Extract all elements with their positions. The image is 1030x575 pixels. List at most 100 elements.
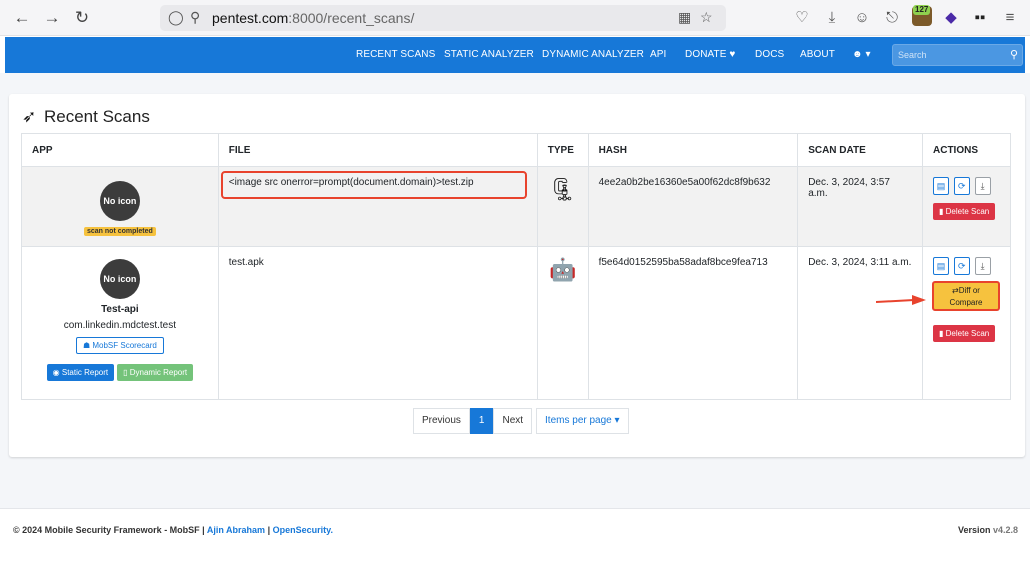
extension-purple-icon[interactable]: ◆	[941, 8, 961, 28]
static-report-button[interactable]: ◉ Static Report	[46, 364, 115, 381]
col-scan-date: SCAN DATE	[797, 133, 923, 167]
trash-icon: ▮	[939, 207, 944, 216]
nav-docs[interactable]: DOCS	[755, 49, 784, 60]
version-label: Version	[957, 525, 991, 535]
footer-copyright: © 2024 Mobile Security Framework - MobSF…	[13, 525, 333, 535]
account-icon[interactable]: ☺	[852, 8, 872, 28]
table-header-row: APP FILE TYPE HASH SCAN DATE ACTIONS	[21, 133, 1011, 167]
action-buttons: ▤ ⟳ ⤓	[933, 177, 1000, 195]
footer: © 2024 Mobile Security Framework - MobSF…	[0, 508, 1030, 553]
page-title-text: Recent Scans	[44, 107, 150, 126]
rescan-icon[interactable]: ⟳	[953, 257, 970, 275]
table-row: No icon scan not completed <image src on…	[21, 166, 1011, 247]
file-name: <image src onerror=prompt(document.domai…	[228, 177, 474, 188]
delete-scan-button[interactable]: ▮ Delete Scan	[933, 203, 996, 220]
rescan-icon[interactable]: ⟳	[953, 177, 970, 195]
report-buttons: ◉ Static Report ▯ Dynamic Report	[32, 364, 208, 381]
user-menu-icon[interactable]: ☻ ▾	[852, 49, 871, 60]
dynamic-report-button[interactable]: ▯ Dynamic Report	[117, 364, 194, 381]
menu-icon[interactable]: ≡	[1000, 8, 1020, 28]
qr-code-icon[interactable]: ▦	[678, 9, 691, 26]
static-report-label: Static Report	[61, 368, 109, 377]
bookmark-star-icon[interactable]: ☆	[700, 9, 713, 26]
diff-compare-button[interactable]: ⇄Diff or Compare	[932, 281, 1000, 311]
hash-cell: 4ee2a0b2be16360e5a00f62dc8f9b632	[587, 166, 799, 247]
view-report-icon[interactable]: ▤	[933, 257, 949, 275]
file-cell: test.apk	[217, 246, 538, 400]
file-name-highlight: <image src onerror=prompt(document.domai…	[220, 171, 527, 199]
hash-cell: f5e64d0152595ba58adaf8bce9fea713	[587, 246, 799, 400]
pagination-previous[interactable]: Previous	[413, 408, 470, 434]
col-hash: HASH	[587, 133, 799, 167]
nav-static-analyzer[interactable]: STATIC ANALYZER	[444, 49, 534, 60]
download-icon[interactable]: ⤓	[822, 8, 842, 28]
user-shield-icon: ☗	[82, 341, 91, 350]
diff-label-line1: Diff or	[958, 286, 980, 295]
scan-date-cell: Dec. 3, 2024, 3:11 a.m.	[797, 246, 923, 400]
app-navbar: RECENT SCANS STATIC ANALYZER DYNAMIC ANA…	[5, 37, 1025, 73]
exchange-icon: ⇄	[952, 286, 959, 295]
forward-arrow-icon[interactable]: →	[42, 8, 62, 28]
actions-cell: ▤ ⟳ ⤓ ⇄Diff or Compare ▮ Delete Scan	[922, 246, 1011, 400]
footer-separator: |	[267, 525, 271, 535]
opensecurity-link[interactable]: OpenSecurity.	[273, 525, 333, 535]
heart-icon: ♥	[729, 49, 736, 60]
reload-icon[interactable]: ↻	[72, 8, 92, 28]
dynamic-report-label: Dynamic Report	[129, 368, 188, 377]
type-cell: 🗜	[536, 166, 589, 247]
lock-icon[interactable]: ⚲	[190, 9, 200, 26]
download-report-icon[interactable]: ⤓	[974, 177, 991, 195]
col-file: FILE	[217, 133, 538, 167]
url-path: :8000/recent_scans/	[288, 10, 415, 26]
android-icon: 🤖	[548, 257, 577, 282]
search-placeholder: Search	[898, 50, 927, 60]
address-bar[interactable]: ◯ ⚲ pentest.com:8000/recent_scans/ ▦ ☆	[160, 5, 726, 31]
actions-cell: ▤ ⟳ ⤓ ▮ Delete Scan	[922, 166, 1011, 247]
col-actions: ACTIONS	[922, 133, 1011, 167]
copyright-text: © 2024 Mobile Security Framework - MobSF…	[13, 525, 205, 535]
view-report-icon[interactable]: ▤	[933, 177, 949, 195]
nav-about[interactable]: ABOUT	[800, 49, 835, 60]
nav-dynamic-analyzer[interactable]: DYNAMIC ANALYZER	[542, 49, 644, 60]
type-cell: 🤖	[536, 246, 589, 400]
search-icon[interactable]: ⚲	[1010, 48, 1018, 61]
nav-api[interactable]: API	[650, 49, 666, 60]
download-report-icon[interactable]: ⤓	[974, 257, 991, 275]
col-app: APP	[21, 133, 219, 167]
extension-icon[interactable]: 127	[912, 5, 932, 26]
zip-file-icon: 🗜	[548, 177, 577, 202]
delete-scan-label: Delete Scan	[945, 329, 990, 338]
diff-label-line2: Compare	[949, 298, 983, 307]
delete-scan-button[interactable]: ▮ Delete Scan	[933, 325, 996, 342]
back-arrow-icon[interactable]: ←	[12, 8, 32, 28]
pocket-icon[interactable]: ♡	[792, 8, 812, 28]
scans-table: APP FILE TYPE HASH SCAN DATE ACTIONS No …	[21, 133, 1011, 400]
package-name: com.linkedin.mdctest.test	[63, 320, 176, 331]
eye-icon: ◉	[52, 368, 60, 377]
scan-date-cell: Dec. 3, 2024, 3:57 a.m.	[797, 166, 923, 247]
app-cell: No icon scan not completed	[21, 166, 219, 247]
nav-donate[interactable]: DONATE ♥	[685, 49, 735, 60]
app-name: Test-api	[101, 304, 139, 315]
version-number: v4.2.8	[992, 525, 1018, 535]
mobsf-scorecard-button[interactable]: ☗ MobSF Scorecard	[75, 337, 164, 354]
status-badge: scan not completed	[84, 227, 156, 236]
table-row: No icon Test-api com.linkedin.mdctest.te…	[21, 246, 1011, 400]
app-icon-placeholder: No icon	[99, 181, 140, 221]
apps-grid-icon[interactable]: ▪▪	[970, 8, 990, 28]
app-cell: No icon Test-api com.linkedin.mdctest.te…	[21, 246, 219, 400]
caret-down-icon: ▾	[614, 415, 620, 426]
pagination: Previous 1 Next Items per page ▾	[413, 408, 629, 434]
browser-toolbar: ← → ↻ ◯ ⚲ pentest.com:8000/recent_scans/…	[0, 0, 1030, 36]
rocket-icon: ➶	[22, 107, 37, 126]
action-buttons: ▤ ⟳ ⤓	[933, 257, 1000, 275]
nav-recent-scans[interactable]: RECENT SCANS	[356, 49, 435, 60]
pagination-page-1[interactable]: 1	[469, 408, 494, 434]
items-per-page-dropdown[interactable]: Items per page ▾	[536, 408, 629, 434]
author-link[interactable]: Ajin Abraham	[207, 525, 265, 535]
url-text: pentest.com:8000/recent_scans/	[212, 10, 414, 26]
search-input[interactable]: Search ⚲	[892, 44, 1023, 66]
pagination-next[interactable]: Next	[493, 408, 533, 434]
shield-icon[interactable]: ◯	[168, 9, 184, 26]
share-icon[interactable]: ⎋	[882, 8, 902, 28]
